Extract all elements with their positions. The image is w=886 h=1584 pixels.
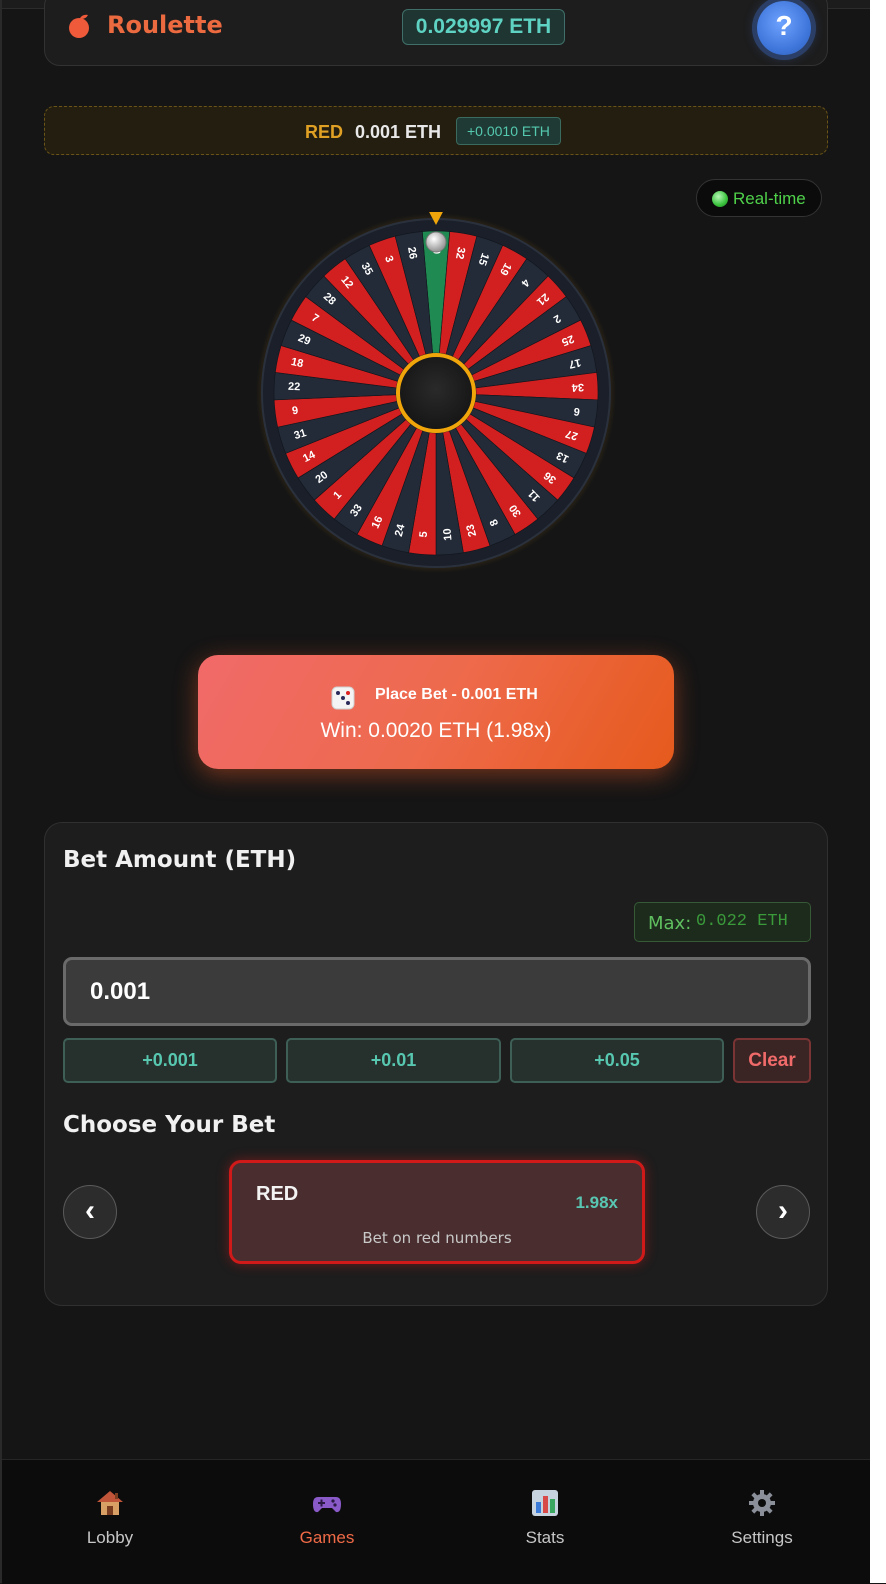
dice-icon [331, 686, 355, 710]
next-bet-button[interactable]: › [756, 1185, 810, 1239]
place-bet-button[interactable]: Place Bet - 0.001 ETH Win: 0.0020 ETH (1… [198, 655, 674, 769]
apple-icon [69, 14, 89, 38]
last-result-banner: RED 0.001 ETH +0.0010 ETH [44, 106, 828, 155]
bet-panel: Bet Amount (ETH) Max: 0.022 ETH +0.001 +… [44, 822, 828, 1306]
quick-add-0-001-button[interactable]: +0.001 [63, 1038, 277, 1083]
wheel-graphic: 0321519421225173462713361130823105241633… [256, 208, 616, 573]
realtime-label: Real-time [733, 189, 806, 208]
realtime-status: Real-time [696, 179, 822, 217]
nav-item-settings[interactable]: Settings [702, 1488, 822, 1548]
nav-item-stats[interactable]: Stats [485, 1488, 605, 1548]
nav-label-lobby: Lobby [86, 1528, 134, 1547]
max-label: Max: [648, 913, 692, 934]
window-left-edge [0, 0, 2, 1583]
wheel-number-label: 17 [568, 356, 583, 370]
bet-option-name: RED [256, 1183, 299, 1205]
wheel-number-label: 26 [405, 246, 419, 260]
roulette-wheel: 0321519421225173462713361130823105241633… [255, 208, 617, 574]
wheel-hub [396, 353, 476, 433]
live-dot-icon [712, 191, 728, 207]
last-result-color: RED [305, 122, 344, 142]
potential-win: Win: 0.0020 ETH (1.98x) [320, 719, 552, 742]
quick-add-0-05-button[interactable]: +0.05 [510, 1038, 724, 1083]
wheel-number-label: 34 [571, 381, 585, 394]
wheel-number-label: 32 [453, 246, 467, 260]
game-title: Roulette [107, 11, 223, 39]
choose-bet-heading: Choose Your Bet [63, 1112, 276, 1138]
previous-bet-button[interactable]: ‹ [63, 1185, 117, 1239]
bet-option-description: Bet on red numbers [362, 1229, 512, 1247]
wallet-balance: 0.029997 ETH [402, 9, 565, 45]
max-bet-badge[interactable]: Max: 0.022 ETH [634, 902, 811, 942]
bet-option-multiplier: 1.98x [575, 1193, 618, 1212]
nav-item-lobby[interactable]: Lobby [50, 1488, 170, 1548]
wheel-number-label: 5 [418, 531, 430, 538]
wheel-number-label: 18 [290, 356, 305, 370]
quick-add-0-01-button[interactable]: +0.01 [286, 1038, 501, 1083]
last-result-delta: +0.0010 ETH [456, 117, 561, 145]
wheel-number-label: 10 [442, 528, 455, 541]
bet-amount-input[interactable] [63, 957, 811, 1026]
bet-option-red[interactable]: RED 1.98x Bet on red numbers [229, 1160, 645, 1264]
bottom-navigation: Lobby Games Stats Settings [2, 1459, 870, 1584]
gear-icon [749, 1490, 775, 1516]
nav-item-games[interactable]: Games [267, 1488, 387, 1548]
bet-amount-heading: Bet Amount (ETH) [63, 847, 297, 873]
roulette-ball [425, 231, 447, 253]
last-result-amount: 0.001 ETH [355, 122, 442, 142]
help-button[interactable]: ? [757, 1, 811, 55]
clear-button[interactable]: Clear [733, 1038, 811, 1083]
nav-label-stats: Stats [525, 1528, 565, 1547]
game-header: Roulette 0.029997 ETH ? [44, 0, 828, 66]
house-icon [97, 1491, 123, 1515]
nav-label-settings: Settings [731, 1528, 793, 1547]
nav-label-games: Games [299, 1528, 355, 1547]
max-value: 0.022 ETH [696, 912, 788, 931]
place-bet-label: Place Bet - 0.001 ETH [375, 686, 538, 703]
gamepad-icon [313, 1497, 341, 1513]
wheel-number-label: 22 [288, 381, 301, 394]
bar-chart-icon [532, 1490, 558, 1516]
window-right-edge [870, 0, 886, 1583]
